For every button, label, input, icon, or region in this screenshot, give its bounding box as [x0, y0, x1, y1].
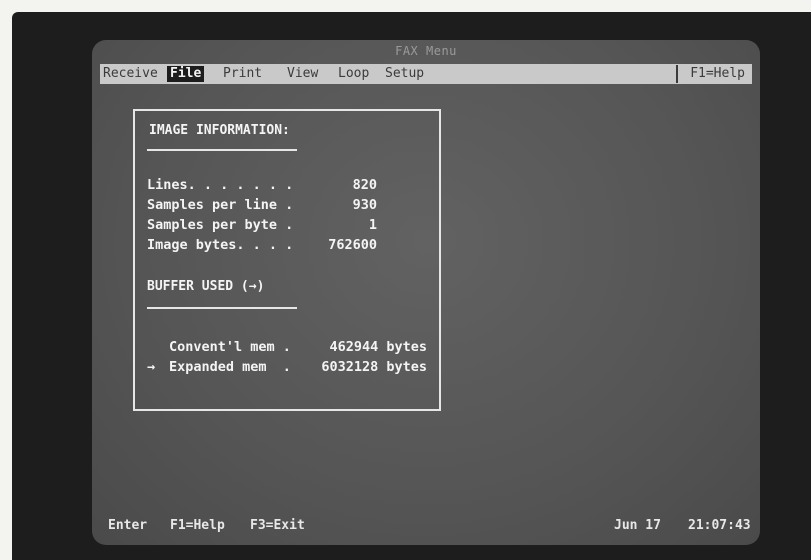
menu-bar: Receive File Print View Loop Setup F1=He… [100, 64, 752, 84]
buffer-value: 6032128 bytes [321, 359, 427, 375]
status-bar: Enter F1=Help F3=Exit Jun 17 21:07:43 [92, 518, 760, 538]
divider [147, 149, 297, 151]
image-information-panel: IMAGE INFORMATION: Lines. . . . . . . 82… [133, 109, 441, 411]
buffer-label: Convent'l mem . [169, 339, 291, 355]
info-label: Samples per byte . [147, 217, 294, 233]
info-value: 820 [352, 177, 377, 193]
menu-item-file[interactable]: File [167, 66, 205, 82]
info-value: 762600 [328, 237, 377, 253]
status-date: Jun 17 [614, 518, 661, 533]
menu-item-loop[interactable]: Loop [335, 66, 372, 82]
selection-arrow-icon: → [147, 359, 156, 375]
info-value: 930 [352, 197, 377, 213]
crt-screen: FAX Menu Receive File Print View Loop Se… [92, 40, 760, 545]
menu-item-print[interactable]: Print [220, 66, 265, 82]
image-information-title: IMAGE INFORMATION: [149, 123, 290, 138]
buffer-label: Expanded mem . [169, 359, 291, 375]
info-row-image-bytes: Image bytes. . . . 762600 [147, 237, 427, 257]
menu-item-view[interactable]: View [284, 66, 321, 82]
menu-item-setup[interactable]: Setup [382, 66, 427, 82]
info-row-lines: Lines. . . . . . . 820 [147, 177, 427, 197]
status-exit-key[interactable]: F3=Exit [250, 518, 305, 533]
photo-background: FAX Menu Receive File Print View Loop Se… [0, 0, 811, 560]
buffer-row-conventional[interactable]: Convent'l mem . 462944 bytes [147, 339, 427, 359]
buffer-value: 462944 bytes [329, 339, 427, 355]
menu-help-hint[interactable]: F1=Help [687, 66, 748, 82]
info-row-samples-per-line: Samples per line . 930 [147, 197, 427, 217]
menu-item-receive[interactable]: Receive [100, 66, 161, 82]
status-help-key[interactable]: F1=Help [170, 518, 225, 533]
info-row-samples-per-byte: Samples per byte . 1 [147, 217, 427, 237]
buffer-row-expanded[interactable]: → Expanded mem . 6032128 bytes [147, 359, 427, 379]
divider [147, 307, 297, 309]
status-enter-key[interactable]: Enter [108, 518, 147, 533]
menu-divider [676, 65, 678, 83]
buffer-used-title: BUFFER USED (→) [147, 279, 265, 294]
status-time: 21:07:43 [688, 518, 751, 533]
info-label: Samples per line . [147, 197, 294, 213]
window-title: FAX Menu [395, 44, 457, 58]
info-value: 1 [368, 217, 377, 233]
info-label: Lines. . . . . . . [147, 177, 294, 193]
info-label: Image bytes. . . . [147, 237, 294, 253]
